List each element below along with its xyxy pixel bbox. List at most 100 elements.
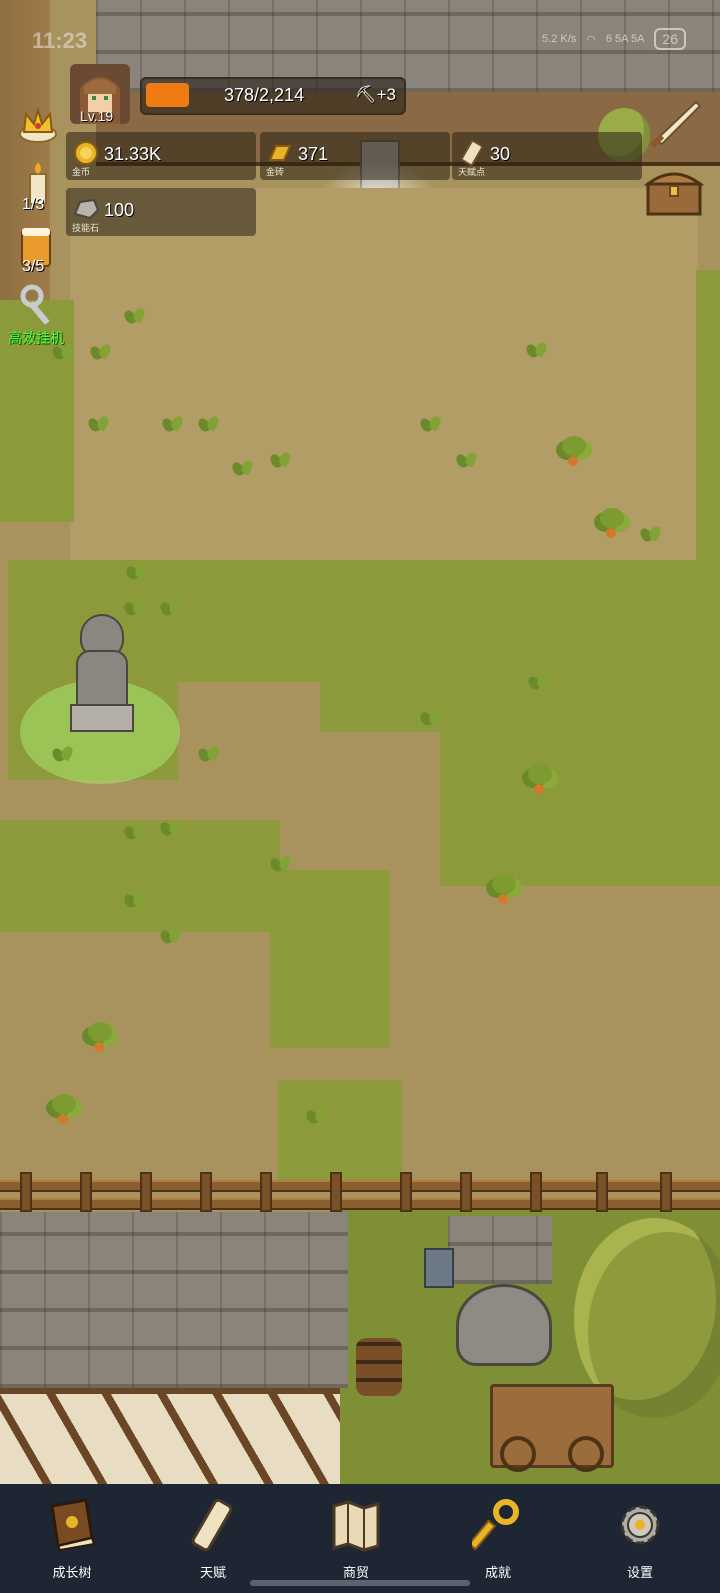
carrot-crop [556, 436, 590, 472]
well-roof [448, 1216, 552, 1284]
candle-button[interactable]: 1/3 [16, 160, 60, 213]
nav-label: 成长树 [52, 1565, 92, 1580]
cart-wheel [500, 1436, 536, 1472]
sprout [124, 890, 146, 912]
carrot-crop [486, 874, 520, 910]
sprout [88, 414, 110, 436]
nav-label: 天赋 [199, 1565, 226, 1580]
sprout [232, 458, 254, 480]
sword-icon [649, 100, 702, 149]
map-icon [332, 1500, 380, 1552]
bottom-building-wall [0, 1388, 340, 1484]
carrot-crop [522, 764, 556, 800]
sprout [270, 450, 292, 472]
talent-point-value: 30 [490, 144, 511, 164]
afk-label[interactable]: 高效挂机 [8, 328, 64, 348]
gold-bar-label: 金砖 [266, 167, 285, 177]
beer-count: 3/5 [22, 258, 45, 275]
nav-growth-tree[interactable]: 成长树 [24, 1494, 120, 1584]
gear-icon [620, 1505, 660, 1545]
nav-settings[interactable]: 设置 [592, 1494, 688, 1584]
dirt-field-top [70, 188, 698, 560]
carrot-crop [46, 1094, 80, 1130]
nav-achievement[interactable]: 成就 [450, 1494, 546, 1584]
cart-wheel [568, 1436, 604, 1472]
book-icon [50, 1498, 96, 1552]
sprout [306, 1106, 328, 1128]
system-status-bar: 11:23 5.2 K/s ◠ 6 5A 5A 26 [0, 28, 720, 58]
carrot-crop [594, 508, 628, 544]
grass-patch-right [320, 680, 720, 732]
sprout [420, 414, 442, 436]
grass-patch-right-lower [440, 730, 720, 886]
experience-bar-fill [146, 83, 189, 107]
sprout [198, 744, 220, 766]
sprout [124, 306, 146, 328]
sprout [456, 450, 478, 472]
pickaxe-icon: ⛏ [355, 85, 377, 104]
sprout [160, 818, 182, 840]
sprout [640, 524, 662, 546]
sprout [124, 598, 146, 620]
sprout [126, 562, 148, 584]
experience-text: 378/2,214 [224, 85, 305, 105]
carrot-crop [82, 1022, 116, 1058]
resource-skill-stone[interactable]: 100 技能石 [66, 188, 256, 236]
nav-label: 商贸 [342, 1565, 369, 1580]
sprout [90, 342, 112, 364]
resource-talent-point[interactable]: 30 天赋点 [452, 132, 642, 180]
sprout [124, 822, 146, 844]
skill-stone-value: 100 [104, 200, 135, 220]
sprout [420, 708, 442, 730]
treasure-chest-button[interactable] [643, 162, 705, 218]
sprout [162, 414, 184, 436]
beer-button[interactable]: 3/5 [16, 222, 60, 275]
talent-point-label: 天赋点 [458, 167, 486, 177]
wooden-fence [0, 1172, 720, 1212]
resource-gold-bar[interactable]: 371 金砖 [260, 132, 450, 180]
stone-statue[interactable] [70, 614, 134, 732]
grass-patch-mid-center [270, 870, 390, 1048]
candle-count: 1/3 [22, 196, 45, 213]
wifi-icon: ◠ [586, 33, 596, 46]
crown-button[interactable] [16, 102, 60, 150]
nav-talent[interactable]: 天赋 [165, 1494, 261, 1584]
battery-icon: 26 [654, 28, 686, 50]
experience-bar: 378/2,214 ⛏+3 [140, 77, 406, 115]
skill-stone-icon [73, 198, 100, 220]
talent-scroll-icon [461, 140, 483, 166]
crown-icon [19, 106, 57, 143]
clock: 11:23 [32, 28, 88, 53]
gold-coin-label: 金币 [72, 167, 91, 177]
resource-gold-coin[interactable]: 31.33K 金币 [66, 132, 256, 180]
grass-patch-bottom [278, 1080, 402, 1180]
gold-coin-value: 31.33K [104, 144, 162, 164]
gold-bar-icon [268, 145, 292, 161]
wrench-icon [20, 284, 50, 325]
nav-label: 设置 [626, 1565, 653, 1580]
gold-bar-value: 371 [298, 144, 329, 164]
bottom-navigation: 成长树 天赋 商贸 成就 设置 [0, 1484, 720, 1593]
barrel [356, 1338, 402, 1396]
network-speed: 5.2 K/s [542, 33, 577, 45]
afk-button[interactable] [16, 284, 60, 332]
experience-bonus: ⛏+3 [355, 85, 396, 104]
scroll-icon [191, 1498, 233, 1552]
home-indicator[interactable] [250, 1580, 470, 1586]
stone-well[interactable] [456, 1284, 552, 1366]
sprout [526, 340, 548, 362]
sprout [198, 414, 220, 436]
sword-button[interactable] [646, 98, 702, 158]
nav-trade[interactable]: 商贸 [308, 1494, 404, 1584]
water-bucket [424, 1248, 454, 1288]
skill-stone-label: 技能石 [72, 223, 100, 233]
grass-strip-right [696, 270, 720, 560]
sprout [52, 744, 74, 766]
gold-coin-icon [74, 141, 98, 165]
sprout [160, 598, 182, 620]
player-level: Lv.19 [80, 108, 114, 124]
sprout [528, 672, 550, 694]
sprout [270, 854, 292, 876]
treasure-chest-icon [643, 172, 705, 216]
nav-label: 成就 [484, 1565, 511, 1580]
